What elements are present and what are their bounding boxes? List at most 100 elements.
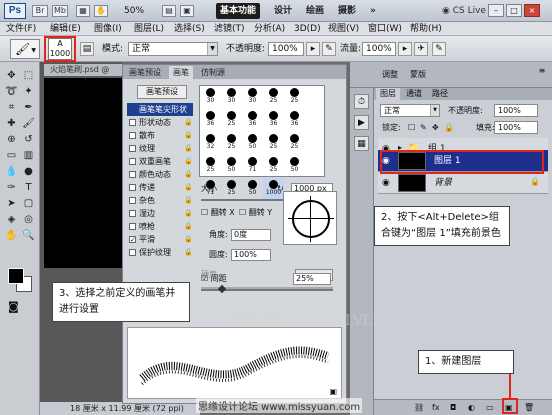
- workspace-painting[interactable]: 绘画: [302, 3, 328, 19]
- checkbox-checked[interactable]: [129, 234, 136, 247]
- flip-x-checkbox[interactable]: ☐ 翻转 X: [201, 207, 235, 219]
- history-icon[interactable]: ⏱: [354, 94, 369, 109]
- delete-layer-icon[interactable]: 🗑: [524, 402, 534, 414]
- layer-row-background[interactable]: ◉ 背景 🔒: [378, 172, 548, 194]
- brush-tip-cell[interactable]: 30: [242, 86, 263, 109]
- tablet-pressure-size-icon[interactable]: ✎: [432, 42, 446, 56]
- list-item-color-dynamics[interactable]: 颜色动态 🔒: [127, 168, 193, 181]
- dodge-tool-icon[interactable]: ●: [20, 164, 37, 180]
- list-item-wet-edges[interactable]: 湿边 🔒: [127, 207, 193, 220]
- healing-brush-icon[interactable]: ✚: [3, 116, 20, 132]
- checkbox[interactable]: [129, 197, 136, 204]
- blur-tool-icon[interactable]: 💧: [3, 164, 20, 180]
- lock-icon[interactable]: 🔒: [184, 129, 193, 142]
- lock-icon[interactable]: 🔒: [184, 207, 193, 220]
- brush-tip-cell[interactable]: 25: [263, 132, 284, 155]
- roundness-field[interactable]: 100%: [231, 249, 271, 261]
- 3d-orbit-icon[interactable]: ◎: [20, 212, 37, 228]
- list-item-smoothing[interactable]: 平滑🔒: [127, 233, 193, 247]
- brush-tool-active-icon[interactable]: 🖌: [20, 116, 37, 132]
- type-tool-icon[interactable]: T: [20, 180, 37, 196]
- lasso-tool-icon[interactable]: ➰: [3, 84, 20, 100]
- checkbox[interactable]: [129, 184, 136, 191]
- tab-clone-source[interactable]: 仿制源: [197, 66, 229, 79]
- marquee-tool-icon[interactable]: ⬚: [20, 68, 37, 84]
- checkbox[interactable]: [129, 223, 136, 230]
- brush-presets-button[interactable]: 画笔预设: [137, 85, 187, 99]
- list-item-noise[interactable]: 杂色 🔒: [127, 194, 193, 207]
- new-brush-icon[interactable]: ▣: [329, 387, 337, 396]
- lock-icon[interactable]: 🔒: [184, 155, 193, 168]
- checkbox[interactable]: [129, 249, 136, 256]
- checkbox[interactable]: [129, 210, 136, 217]
- flow-field[interactable]: 100%: [362, 42, 396, 56]
- lock-icon[interactable]: 🔒: [184, 116, 193, 129]
- menu-view[interactable]: 视图(V): [328, 23, 359, 35]
- eraser-tool-icon[interactable]: ▭: [3, 148, 20, 164]
- workspace-design[interactable]: 设计: [270, 3, 296, 19]
- view-extras-icon[interactable]: ▦: [76, 5, 90, 17]
- brush-tip-cell[interactable]: 32: [200, 132, 221, 155]
- tab-masks[interactable]: 蒙版: [410, 69, 426, 81]
- brush-tip-grid[interactable]: 30 30 30 25 25 36 25 36 36 36 32 25 50 25 25 25 50 71 25 50…: [199, 85, 325, 201]
- toggle-brush-panel-icon[interactable]: ▤: [80, 42, 94, 56]
- zoom-tool-icon[interactable]: 🔍: [20, 228, 37, 244]
- workspace-more-icon[interactable]: »: [366, 3, 380, 19]
- eyedropper-tool-icon[interactable]: ✒: [20, 100, 37, 116]
- menu-image[interactable]: 图像(I): [94, 23, 122, 35]
- actions-icon[interactable]: ▶: [354, 115, 369, 130]
- spacing-checkbox[interactable]: ☑ 间距: [201, 273, 227, 285]
- lock-icon[interactable]: 🔒: [184, 142, 193, 155]
- menu-help[interactable]: 帮助(H): [410, 23, 442, 35]
- minibridge-icon[interactable]: Mb: [52, 5, 68, 17]
- lock-icon[interactable]: 🔒: [184, 168, 193, 181]
- checkbox[interactable]: [129, 119, 136, 126]
- lock-icon[interactable]: 🔒: [184, 246, 193, 259]
- maximize-button[interactable]: □: [506, 4, 522, 17]
- brush-tip-cell[interactable]: 25: [263, 155, 284, 178]
- brush-tip-cell[interactable]: 71: [242, 155, 263, 178]
- lock-all-icon[interactable]: 🔒: [444, 122, 454, 134]
- workspace-photography[interactable]: 摄影: [334, 3, 360, 19]
- tablet-pressure-opacity-icon[interactable]: ✎: [322, 42, 336, 56]
- hand-tool-panel-icon[interactable]: ✋: [3, 228, 20, 244]
- list-item-dual-brush[interactable]: 双重画笔 🔒: [127, 155, 193, 168]
- menu-layer[interactable]: 图层(L): [134, 23, 164, 35]
- airbrush-icon[interactable]: ✈: [414, 42, 428, 56]
- brush-tip-cell[interactable]: 50: [242, 132, 263, 155]
- brush-tip-cell[interactable]: 30: [221, 86, 242, 109]
- brush-tip-cell[interactable]: 25: [263, 86, 284, 109]
- brush-tip-cell[interactable]: 25: [200, 155, 221, 178]
- brush-tip-cell[interactable]: 25: [284, 132, 305, 155]
- lock-pixels-icon[interactable]: ☐: [408, 122, 415, 134]
- fill-field[interactable]: 100%: [494, 121, 538, 134]
- document-tab[interactable]: 火焰笔刷.psd @: [44, 64, 122, 76]
- lock-icon[interactable]: 🔒: [184, 194, 193, 207]
- flow-slider-icon[interactable]: ▸: [398, 42, 412, 56]
- checkbox[interactable]: [129, 158, 136, 165]
- lock-icon[interactable]: 🔒: [184, 181, 193, 194]
- tab-channels[interactable]: 通道: [402, 88, 426, 100]
- document-canvas[interactable]: [44, 78, 122, 268]
- workspace-essentials[interactable]: 基本功能: [216, 3, 261, 19]
- brush-tip-cell[interactable]: 36: [263, 109, 284, 132]
- link-layers-icon[interactable]: ⛓: [414, 402, 424, 414]
- adjustment-layer-icon[interactable]: ◐: [468, 402, 475, 414]
- brush-tip-cell[interactable]: 36: [200, 109, 221, 132]
- opacity-slider-icon[interactable]: ▸: [306, 42, 320, 56]
- path-select-icon[interactable]: ➤: [3, 196, 20, 212]
- flip-y-checkbox[interactable]: ☐ 翻转 Y: [239, 207, 272, 219]
- brush-tip-cell[interactable]: 36: [284, 109, 305, 132]
- screen-mode-icon[interactable]: ▣: [180, 5, 194, 17]
- move-tool-icon[interactable]: ✥: [3, 68, 20, 84]
- list-item-transfer[interactable]: 传递 🔒: [127, 181, 193, 194]
- clone-stamp-icon[interactable]: ⊕: [3, 132, 20, 148]
- mode-select[interactable]: 正常 ▼: [128, 42, 218, 56]
- list-item-protect-texture[interactable]: 保护纹理 🔒: [127, 246, 193, 259]
- tab-brush-presets[interactable]: 画笔预设: [125, 66, 165, 79]
- brush-tip-cell[interactable]: 25: [284, 86, 305, 109]
- pen-tool-icon[interactable]: ✑: [3, 180, 20, 196]
- lock-brush-icon[interactable]: ✎: [420, 122, 427, 134]
- list-item-brush-tip-shape[interactable]: 画笔笔尖形状: [127, 103, 193, 116]
- tab-brush[interactable]: 画笔: [169, 66, 193, 79]
